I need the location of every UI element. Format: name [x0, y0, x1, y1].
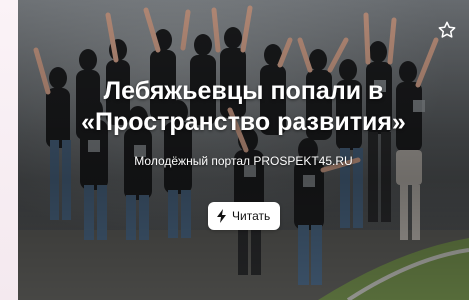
image-overlay: [18, 0, 469, 300]
news-card[interactable]: Лебяжьевцы попали в «Пространство развит…: [18, 0, 469, 300]
favorite-button[interactable]: [435, 18, 459, 42]
page-background-strip: [0, 0, 18, 300]
read-button-label: Читать: [232, 209, 271, 223]
card-source: Молодёжный портал PROSPEKT45.RU: [134, 154, 353, 168]
page: Лебяжьевцы попали в «Пространство развит…: [0, 0, 469, 300]
card-title[interactable]: Лебяжьевцы попали в «Пространство развит…: [18, 76, 469, 138]
lightning-icon: [216, 209, 228, 223]
read-button[interactable]: Читать: [208, 202, 281, 230]
star-outline-icon: [438, 21, 456, 38]
